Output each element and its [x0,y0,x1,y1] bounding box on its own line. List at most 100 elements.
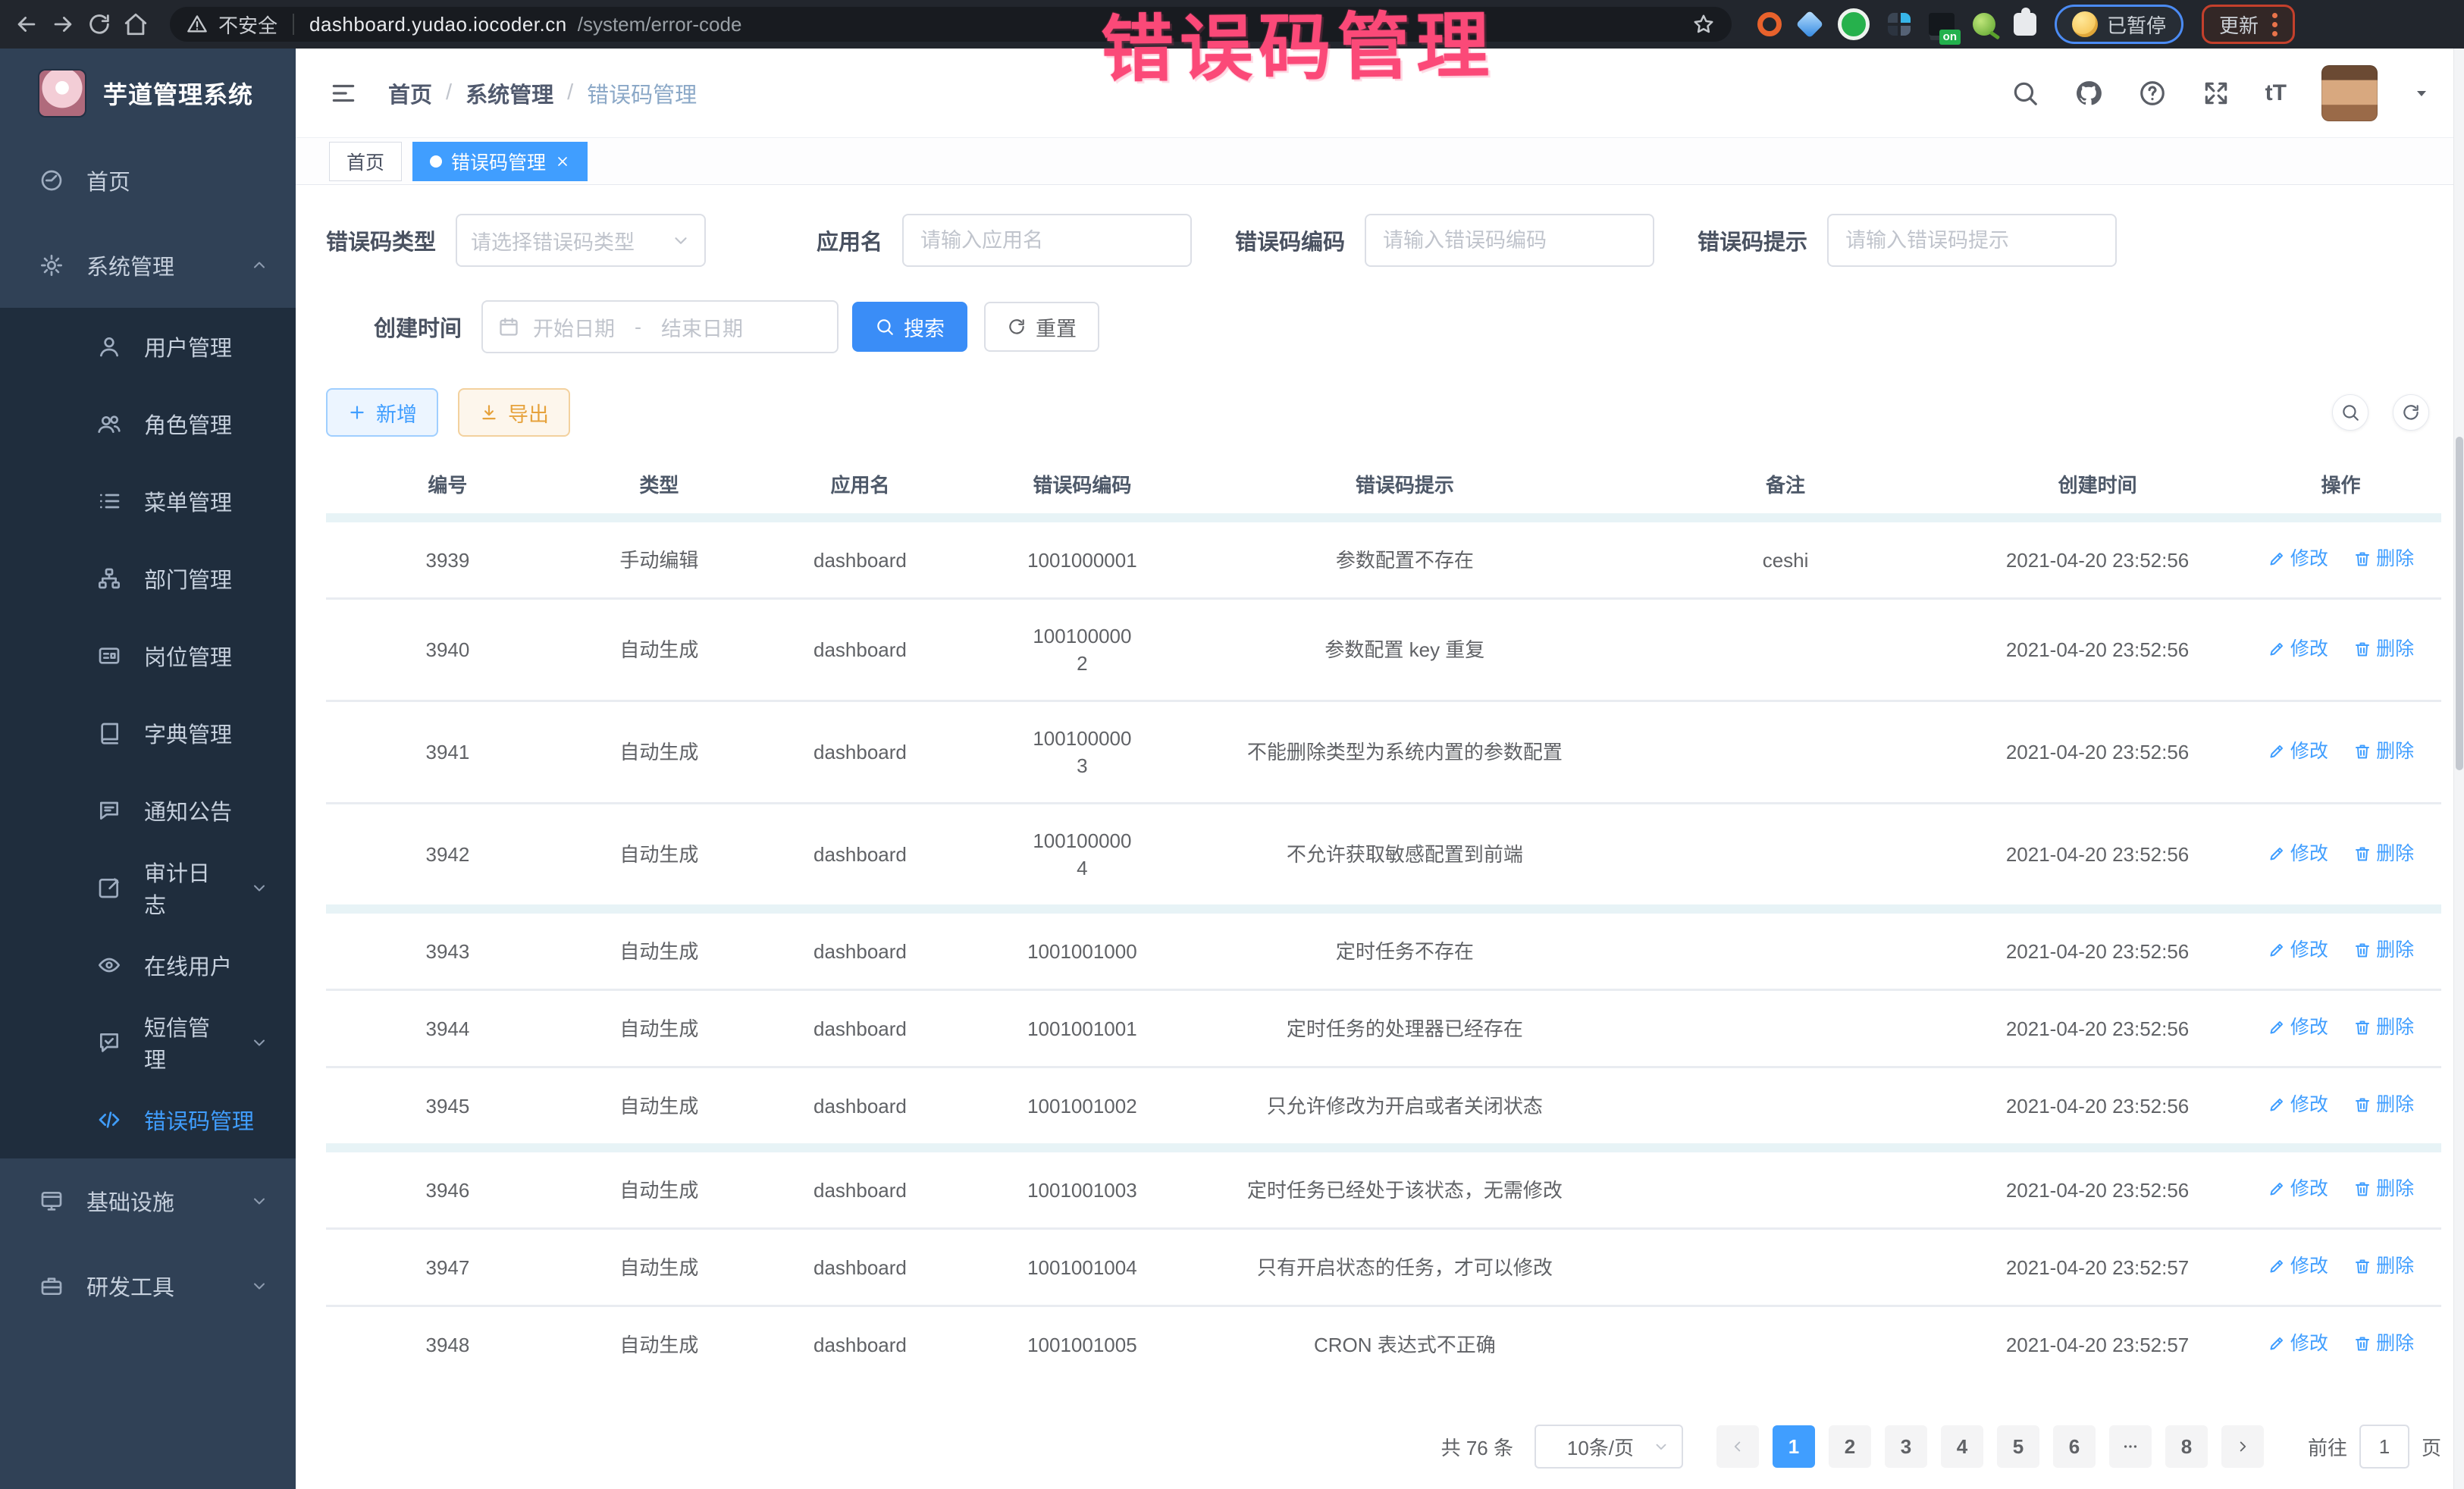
tab-首页[interactable]: 首页 [329,142,402,181]
browser-forward-icon[interactable] [50,11,76,37]
sidebar-item-角色管理[interactable]: 角色管理 [0,385,296,462]
add-button[interactable]: 新增 [326,388,438,437]
breadcrumb-item[interactable]: 系统管理 [466,77,553,109]
refresh-table-button[interactable] [2393,394,2429,431]
sidebar-item-部门管理[interactable]: 部门管理 [0,540,296,617]
cell-app: dashboard [749,1067,971,1149]
edit-link[interactable]: 修改 [2268,1252,2328,1280]
goto-page-input[interactable] [2359,1425,2409,1469]
sidebar-item-菜单管理[interactable]: 菜单管理 [0,462,296,540]
extension-gem-icon[interactable] [1796,11,1824,39]
delete-link[interactable]: 删除 [2353,738,2414,765]
sidebar-item-研发工具[interactable]: 研发工具 [0,1243,296,1328]
export-button[interactable]: 导出 [458,388,570,437]
avatar-caret-down-icon[interactable] [2412,84,2431,102]
sidebar-item-系统管理[interactable]: 系统管理 [0,223,296,308]
page-button-5[interactable]: 5 [1997,1425,2039,1468]
delete-link[interactable]: 删除 [2353,1014,2414,1041]
date-range-picker[interactable]: 开始日期 - 结束日期 [481,300,839,353]
sidebar-item-在线用户[interactable]: 在线用户 [0,926,296,1004]
cell-time: 2021-04-20 23:52:56 [1955,599,2240,701]
cell-type: 自动生成 [569,1148,749,1229]
edit-link[interactable]: 修改 [2268,1014,2328,1041]
address-bar[interactable]: 不安全 dashboard.yudao.iocoder.cn/system/er… [170,7,1732,42]
sidebar-item-审计日志[interactable]: 审计日志 [0,849,296,926]
error-code-type-select[interactable]: 请选择错误码类型 [456,214,706,267]
extension-dark-icon[interactable]: on [1929,13,1955,36]
font-size-icon[interactable]: tT [2265,80,2287,106]
page-button-4[interactable]: 4 [1941,1425,1983,1468]
sidebar-item-通知公告[interactable]: 通知公告 [0,772,296,849]
bookmark-star-icon[interactable] [1692,13,1715,36]
page-scrollbar[interactable] [2453,49,2464,1489]
error-tip-input[interactable] [1827,214,2117,267]
page-button-6[interactable]: 6 [2053,1425,2096,1468]
scrollbar-thumb[interactable] [2456,437,2463,770]
edit-link[interactable]: 修改 [2268,1091,2328,1118]
sidebar-item-用户管理[interactable]: 用户管理 [0,308,296,385]
sidebar-item-基础设施[interactable]: 基础设施 [0,1158,296,1243]
browser-reload-icon[interactable] [86,11,112,37]
extension-key-icon[interactable] [1973,13,1995,36]
edit-link[interactable]: 修改 [2268,545,2328,572]
sidebar-item-短信管理[interactable]: 短信管理 [0,1004,296,1081]
header-search-icon[interactable] [2011,79,2039,108]
prev-page-button[interactable] [1716,1425,1759,1468]
help-icon[interactable] [2138,79,2167,108]
tab-错误码管理[interactable]: 错误码管理 [412,142,588,181]
sidebar-item-岗位管理[interactable]: 岗位管理 [0,617,296,694]
cell-id: 3939 [326,518,569,599]
extension-green-circle-icon[interactable] [1838,8,1870,40]
delete-link[interactable]: 删除 [2353,545,2414,572]
paused-extension-chip[interactable]: 已暂停 [2055,5,2183,44]
github-icon[interactable] [2074,79,2103,108]
delete-link[interactable]: 删除 [2353,936,2414,964]
edit-icon [2268,742,2286,760]
search-button[interactable]: 搜索 [852,302,967,352]
extension-orange-icon[interactable] [1757,12,1782,36]
error-code-input[interactable] [1365,214,1654,267]
page-button-2[interactable]: 2 [1829,1425,1871,1468]
edit-link[interactable]: 修改 [2268,738,2328,765]
extension-squares-icon[interactable] [1888,13,1911,36]
reset-button[interactable]: 重置 [984,302,1099,352]
browser-back-icon[interactable] [14,11,39,37]
cell-code: 1001000001 [971,518,1193,599]
fullscreen-icon[interactable] [2202,79,2230,108]
edit-link[interactable]: 修改 [2268,1330,2328,1357]
table-row: 3944 自动生成 dashboard 1001001001 定时任务的处理器已… [326,990,2441,1067]
sidebar-logo-row: 芋道管理系统 [0,49,296,138]
delete-link[interactable]: 删除 [2353,1091,2414,1118]
sidebar-item-首页[interactable]: 首页 [0,138,296,223]
more-pages-button[interactable] [2109,1425,2152,1468]
delete-link[interactable]: 删除 [2353,840,2414,867]
browser-update-button[interactable]: 更新 [2202,5,2295,44]
sidebar-item-字典管理[interactable]: 字典管理 [0,694,296,772]
page-size-select[interactable]: 10条/页 [1535,1425,1683,1469]
dashboard-icon [39,168,64,193]
sidebar-item-错误码管理[interactable]: 错误码管理 [0,1081,296,1158]
user-avatar[interactable] [2321,65,2378,121]
edit-link[interactable]: 修改 [2268,1175,2328,1202]
browser-menu-dots-icon[interactable] [2272,13,2277,36]
edit-link[interactable]: 修改 [2268,936,2328,964]
page-button-3[interactable]: 3 [1885,1425,1927,1468]
sidebar-toggle-icon[interactable] [329,79,358,108]
page-button-8[interactable]: 8 [2165,1425,2208,1468]
app-name-input[interactable] [902,214,1192,267]
next-page-button[interactable] [2221,1425,2264,1468]
extensions-puzzle-icon[interactable] [2014,13,2036,36]
browser-home-icon[interactable] [123,11,149,37]
delete-link[interactable]: 删除 [2353,635,2414,663]
toggle-search-button[interactable] [2332,394,2368,431]
delete-link[interactable]: 删除 [2353,1252,2414,1280]
users-icon [97,412,121,436]
delete-link[interactable]: 删除 [2353,1330,2414,1357]
edit-link[interactable]: 修改 [2268,840,2328,867]
delete-link[interactable]: 删除 [2353,1175,2414,1202]
breadcrumb-item[interactable]: 首页 [388,77,432,109]
gear-icon [39,253,64,277]
close-icon[interactable] [555,154,570,169]
page-button-1[interactable]: 1 [1773,1425,1815,1468]
edit-link[interactable]: 修改 [2268,635,2328,663]
